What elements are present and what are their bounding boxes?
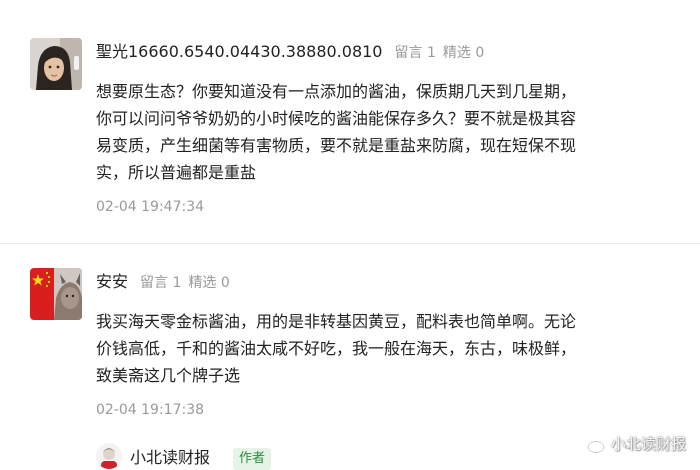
comment-line: 易变质，产生细菌等有害物质，要不就是重盐来防腐，现在短保不现 (96, 136, 577, 155)
author-avatar-icon (96, 443, 122, 469)
user-photo-avatar-icon (30, 38, 82, 90)
watermark-text: 小北读财报 (610, 435, 686, 453)
author-avatar[interactable] (96, 443, 122, 469)
comment-line: 我买海天零金标酱油，用的是非转基因黄豆，配料表也简单啊。无论 (96, 312, 577, 331)
comment-timestamp: 02-04 19:17:38 (96, 402, 205, 418)
avatar[interactable] (30, 268, 82, 320)
comment-stats: 留言 1 精选 0 (140, 275, 230, 291)
divider (0, 243, 700, 244)
comment-stats: 留言 1 精选 0 (394, 45, 484, 61)
author-name[interactable]: 小北读财报 (130, 446, 210, 470)
reply-label: 留言 (394, 45, 423, 61)
username[interactable]: 聖光16660.6540.04430.38880.0810 (96, 42, 382, 61)
comment-line: 价钱高低，千和的酱油太咸不好吃，我一般在海天，东古，味极鲜， (96, 339, 577, 358)
author-badge: 作者 (233, 448, 272, 470)
comment-timestamp: 02-04 19:47:34 (96, 199, 205, 215)
comment-line: 你可以问问爷爷奶奶的小时候吃的酱油能保存多久？要不就是极其容 (96, 109, 577, 128)
reply-count: 1 (426, 45, 436, 61)
featured-label: 精选 (188, 275, 217, 291)
featured-count: 0 (475, 45, 485, 61)
weibo-logo-icon (587, 435, 609, 453)
comment-line: 想要原生态？你要知道没有一点添加的酱油，保质期几天到几星期， (96, 82, 577, 101)
comment-body: 我买海天零金标酱油，用的是非转基因黄豆，配料表也简单啊。无论 价钱高低，千和的酱… (96, 308, 670, 389)
comment-header: 聖光16660.6540.04430.38880.0810 留言 1 精选 0 (96, 40, 484, 64)
flag-dog-avatar-icon (30, 268, 82, 320)
comment-header: 安安 留言 1 精选 0 (96, 270, 230, 294)
comment-line: 实，所以普遍都是重盐 (96, 163, 257, 182)
reply-label: 留言 (140, 275, 169, 291)
reply-count: 1 (172, 275, 182, 291)
username[interactable]: 安安 (96, 272, 128, 291)
featured-label: 精选 (442, 45, 471, 61)
avatar[interactable] (30, 38, 82, 90)
featured-count: 0 (220, 275, 230, 291)
comment-body: 想要原生态？你要知道没有一点添加的酱油，保质期几天到几星期， 你可以问问爷爷奶奶… (96, 78, 670, 186)
watermark: 小北读财报 (587, 433, 686, 455)
comment-line: 致美斋这几个牌子选 (96, 366, 241, 385)
